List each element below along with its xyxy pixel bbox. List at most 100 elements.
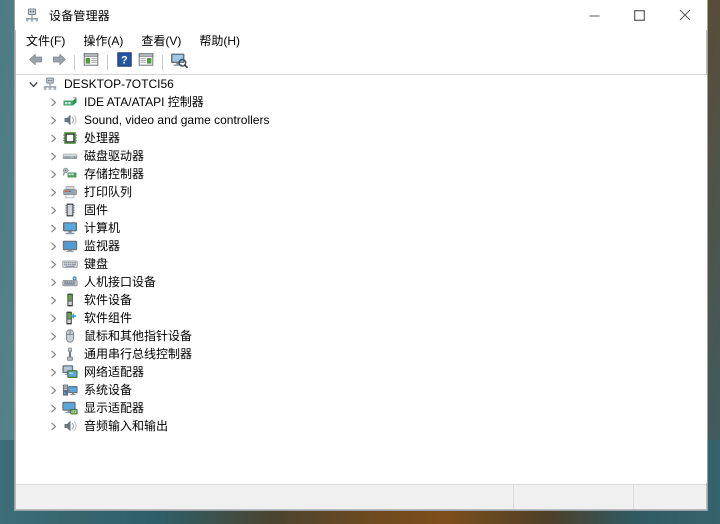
- title-bar[interactable]: 设备管理器: [15, 0, 707, 30]
- help-question-icon: ?: [116, 52, 132, 72]
- tree-item-label: 鼠标和其他指针设备: [84, 329, 193, 343]
- chevron-down-icon[interactable]: [26, 75, 40, 93]
- chevron-right-icon[interactable]: [46, 417, 60, 435]
- tree-root-label: DESKTOP-7OTCI56: [64, 77, 174, 91]
- tree-item-keyboards[interactable]: 键盘: [16, 255, 707, 273]
- chevron-right-icon[interactable]: [46, 201, 60, 219]
- tree-item-system-devices[interactable]: 系统设备: [16, 381, 707, 399]
- tree-item-computer[interactable]: 计算机: [16, 219, 707, 237]
- tree-item-label: 人机接口设备: [84, 275, 157, 289]
- processor-icon: [62, 130, 78, 146]
- mouse-pointer-icon: [62, 328, 78, 344]
- tree-item-software-devices[interactable]: 软件设备: [16, 291, 707, 309]
- minimize-button[interactable]: [572, 0, 617, 30]
- tree-item-disk-drives[interactable]: 磁盘驱动器: [16, 147, 707, 165]
- menu-help[interactable]: 帮助(H): [199, 30, 249, 51]
- show-hidden-button[interactable]: [135, 51, 157, 73]
- keyboard-icon: [62, 256, 78, 272]
- ide-controller-icon: [62, 94, 78, 110]
- forward-arrow-icon: [50, 52, 67, 72]
- disk-drive-icon: [62, 148, 78, 164]
- software-component-icon: [62, 310, 78, 326]
- chevron-right-icon[interactable]: [46, 399, 60, 417]
- chevron-right-icon[interactable]: [46, 219, 60, 237]
- chevron-right-icon[interactable]: [46, 237, 60, 255]
- tree-item-label: 固件: [84, 203, 109, 217]
- help-button[interactable]: ?: [113, 51, 135, 73]
- chevron-right-icon[interactable]: [46, 309, 60, 327]
- tree-item-label: 通用串行总线控制器: [84, 347, 193, 361]
- status-bar-main-panel: [16, 485, 514, 509]
- tree-item-firmware[interactable]: 固件: [16, 201, 707, 219]
- menu-action[interactable]: 操作(A): [83, 30, 132, 51]
- sound-video-game-icon: [62, 112, 78, 128]
- toolbar-separator-3: [162, 54, 163, 70]
- network-adapter-icon: [62, 364, 78, 380]
- tree-item-ide-controller[interactable]: IDE ATA/ATAPI 控制器: [16, 93, 707, 111]
- tree-item-label: 软件设备: [84, 293, 133, 307]
- chevron-right-icon[interactable]: [46, 183, 60, 201]
- chevron-right-icon[interactable]: [46, 345, 60, 363]
- close-button[interactable]: [662, 0, 707, 30]
- scan-hardware-icon: [170, 52, 188, 73]
- system-device-icon: [62, 382, 78, 398]
- tree-item-processor[interactable]: 处理器: [16, 129, 707, 147]
- scan-hardware-changes-button[interactable]: [168, 51, 190, 73]
- menu-file[interactable]: 文件(F): [26, 30, 74, 51]
- tree-item-label: IDE ATA/ATAPI 控制器: [84, 95, 204, 109]
- chevron-right-icon[interactable]: [46, 93, 60, 111]
- tree-item-label: 键盘: [84, 257, 109, 271]
- software-device-icon: [62, 292, 78, 308]
- tree-item-label: 打印队列: [84, 185, 133, 199]
- svg-text:?: ?: [121, 54, 128, 66]
- tree-item-software-components[interactable]: 软件组件: [16, 309, 707, 327]
- tree-item-label: 磁盘驱动器: [84, 149, 145, 163]
- properties-button[interactable]: [80, 51, 102, 73]
- hid-device-icon: [62, 274, 78, 290]
- back-button[interactable]: [25, 51, 47, 73]
- tree-item-label: Sound, video and game controllers: [84, 113, 270, 127]
- chevron-right-icon[interactable]: [46, 111, 60, 129]
- menu-view[interactable]: 查看(V): [141, 30, 190, 51]
- device-tree[interactable]: DESKTOP-7OTCI56 IDE ATA/ATAPI 控制器 Sound,…: [16, 75, 707, 483]
- window-controls: [572, 0, 707, 30]
- chevron-right-icon[interactable]: [46, 165, 60, 183]
- audio-io-icon: [62, 418, 78, 434]
- toolbar[interactable]: ?: [15, 50, 707, 75]
- print-queue-icon: [62, 184, 78, 200]
- tree-item-sound-video-game[interactable]: Sound, video and game controllers: [16, 111, 707, 129]
- tree-item-audio-io[interactable]: 音频输入和输出: [16, 417, 707, 435]
- tree-item-storage-controllers[interactable]: 存储控制器: [16, 165, 707, 183]
- tree-item-print-queues[interactable]: 打印队列: [16, 183, 707, 201]
- tree-item-network-adapters[interactable]: 网络适配器: [16, 363, 707, 381]
- chevron-right-icon[interactable]: [46, 381, 60, 399]
- forward-button[interactable]: [47, 51, 69, 73]
- chevron-right-icon[interactable]: [46, 363, 60, 381]
- tree-item-label: 显示适配器: [84, 401, 145, 415]
- properties-icon: [83, 52, 99, 72]
- tree-item-hid[interactable]: 人机接口设备: [16, 273, 707, 291]
- maximize-button[interactable]: [617, 0, 662, 30]
- tree-item-display-adapters[interactable]: 显示适配器: [16, 399, 707, 417]
- menu-bar[interactable]: 文件(F) 操作(A) 查看(V) 帮助(H): [15, 30, 707, 50]
- tree-item-label: 监视器: [84, 239, 121, 253]
- device-manager-window[interactable]: 设备管理器 文件(F) 操作(A) 查看(V) 帮助(H) ? DESKTOP-…: [14, 0, 708, 511]
- window-title: 设备管理器: [49, 8, 111, 23]
- chevron-right-icon[interactable]: [46, 129, 60, 147]
- tree-item-monitors[interactable]: 监视器: [16, 237, 707, 255]
- chevron-right-icon[interactable]: [46, 273, 60, 291]
- chevron-right-icon[interactable]: [46, 327, 60, 345]
- toolbar-separator-1: [74, 54, 75, 70]
- tree-item-usb-controllers[interactable]: 通用串行总线控制器: [16, 345, 707, 363]
- tree-item-label: 存储控制器: [84, 167, 145, 181]
- chevron-right-icon[interactable]: [46, 291, 60, 309]
- tree-item-label: 处理器: [84, 131, 121, 145]
- tree-item-mice[interactable]: 鼠标和其他指针设备: [16, 327, 707, 345]
- chevron-right-icon[interactable]: [46, 147, 60, 165]
- back-arrow-icon: [28, 52, 45, 72]
- chevron-right-icon[interactable]: [46, 255, 60, 273]
- device-manager-icon: [24, 7, 40, 23]
- computer-root-icon: [42, 76, 58, 92]
- tree-root-node[interactable]: DESKTOP-7OTCI56: [16, 75, 707, 93]
- display-adapter-icon: [62, 400, 78, 416]
